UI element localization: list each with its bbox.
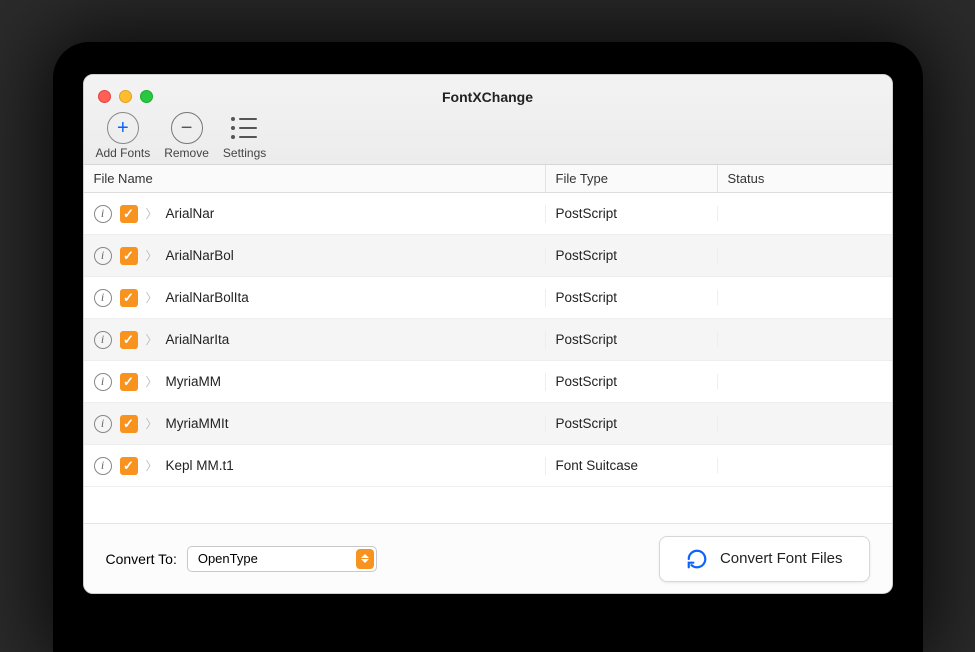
checkbox-icon[interactable]: ✓ — [120, 415, 138, 433]
file-name: ArialNar — [166, 206, 215, 221]
chevron-right-icon[interactable]: 〉 — [146, 457, 158, 474]
chevron-right-icon[interactable]: 〉 — [146, 205, 158, 222]
app-window: FontXChange + Add Fonts − Remove Set — [83, 74, 893, 594]
window-controls — [98, 90, 153, 103]
info-icon[interactable]: i — [94, 289, 112, 307]
file-type: PostScript — [546, 248, 718, 263]
file-name: ArialNarBol — [166, 248, 234, 263]
file-name: MyriaMM — [166, 374, 222, 389]
chevron-right-icon[interactable]: 〉 — [146, 415, 158, 432]
chevron-updown-icon — [356, 549, 374, 569]
remove-label: Remove — [164, 146, 209, 160]
convert-button-label: Convert Font Files — [720, 550, 843, 567]
table-row[interactable]: i ✓ 〉 MyriaMM PostScript — [84, 361, 892, 403]
window-title: FontXChange — [84, 75, 892, 105]
toolbar: + Add Fonts − Remove Settings — [96, 112, 267, 160]
maximize-icon[interactable] — [140, 90, 153, 103]
file-type: PostScript — [546, 290, 718, 305]
titlebar: FontXChange + Add Fonts − Remove Set — [84, 75, 892, 165]
file-name: MyriaMMIt — [166, 416, 229, 431]
info-icon[interactable]: i — [94, 331, 112, 349]
file-type: Font Suitcase — [546, 458, 718, 473]
close-icon[interactable] — [98, 90, 111, 103]
checkbox-icon[interactable]: ✓ — [120, 247, 138, 265]
file-name: ArialNarBolIta — [166, 290, 249, 305]
table-row[interactable]: i ✓ 〉 ArialNarBolIta PostScript — [84, 277, 892, 319]
table-row[interactable]: i ✓ 〉 ArialNarBol PostScript — [84, 235, 892, 277]
add-fonts-button[interactable]: + Add Fonts — [96, 112, 151, 160]
info-icon[interactable]: i — [94, 247, 112, 265]
column-header-name[interactable]: File Name — [84, 165, 546, 192]
checkbox-icon[interactable]: ✓ — [120, 289, 138, 307]
checkbox-icon[interactable]: ✓ — [120, 457, 138, 475]
plus-icon: + — [107, 112, 139, 144]
minus-icon: − — [171, 112, 203, 144]
remove-button[interactable]: − Remove — [164, 112, 209, 160]
table-header: File Name File Type Status — [84, 165, 892, 193]
table-row[interactable]: i ✓ 〉 ArialNarIta PostScript — [84, 319, 892, 361]
file-type: PostScript — [546, 206, 718, 221]
chevron-right-icon[interactable]: 〉 — [146, 247, 158, 264]
format-select-value: OpenType — [198, 551, 258, 566]
checkbox-icon[interactable]: ✓ — [120, 205, 138, 223]
settings-icon — [229, 112, 261, 144]
chevron-right-icon[interactable]: 〉 — [146, 373, 158, 390]
minimize-icon[interactable] — [119, 90, 132, 103]
column-header-status[interactable]: Status — [718, 165, 892, 192]
footer: Convert To: OpenType Convert Font Files — [84, 523, 892, 593]
file-type: PostScript — [546, 416, 718, 431]
settings-label: Settings — [223, 146, 266, 160]
convert-to-group: Convert To: OpenType — [106, 546, 377, 572]
file-type: PostScript — [546, 332, 718, 347]
settings-button[interactable]: Settings — [223, 112, 266, 160]
device-frame: FontXChange + Add Fonts − Remove Set — [53, 42, 923, 652]
file-name: ArialNarIta — [166, 332, 230, 347]
table-row[interactable]: i ✓ 〉 ArialNar PostScript — [84, 193, 892, 235]
chevron-right-icon[interactable]: 〉 — [146, 289, 158, 306]
checkbox-icon[interactable]: ✓ — [120, 331, 138, 349]
checkbox-icon[interactable]: ✓ — [120, 373, 138, 391]
table-body: i ✓ 〉 ArialNar PostScript i ✓ 〉 ArialNarBol PostS… — [84, 193, 892, 523]
refresh-icon — [686, 548, 708, 570]
column-header-type[interactable]: File Type — [546, 165, 718, 192]
chevron-right-icon[interactable]: 〉 — [146, 331, 158, 348]
convert-to-label: Convert To: — [106, 551, 177, 567]
add-fonts-label: Add Fonts — [96, 146, 151, 160]
format-select[interactable]: OpenType — [187, 546, 377, 572]
file-name: Kepl MM.t1 — [166, 458, 234, 473]
info-icon[interactable]: i — [94, 457, 112, 475]
table-row[interactable]: i ✓ 〉 MyriaMMIt PostScript — [84, 403, 892, 445]
info-icon[interactable]: i — [94, 373, 112, 391]
convert-button[interactable]: Convert Font Files — [659, 536, 870, 582]
info-icon[interactable]: i — [94, 205, 112, 223]
table-row[interactable]: i ✓ 〉 Kepl MM.t1 Font Suitcase — [84, 445, 892, 487]
file-type: PostScript — [546, 374, 718, 389]
info-icon[interactable]: i — [94, 415, 112, 433]
